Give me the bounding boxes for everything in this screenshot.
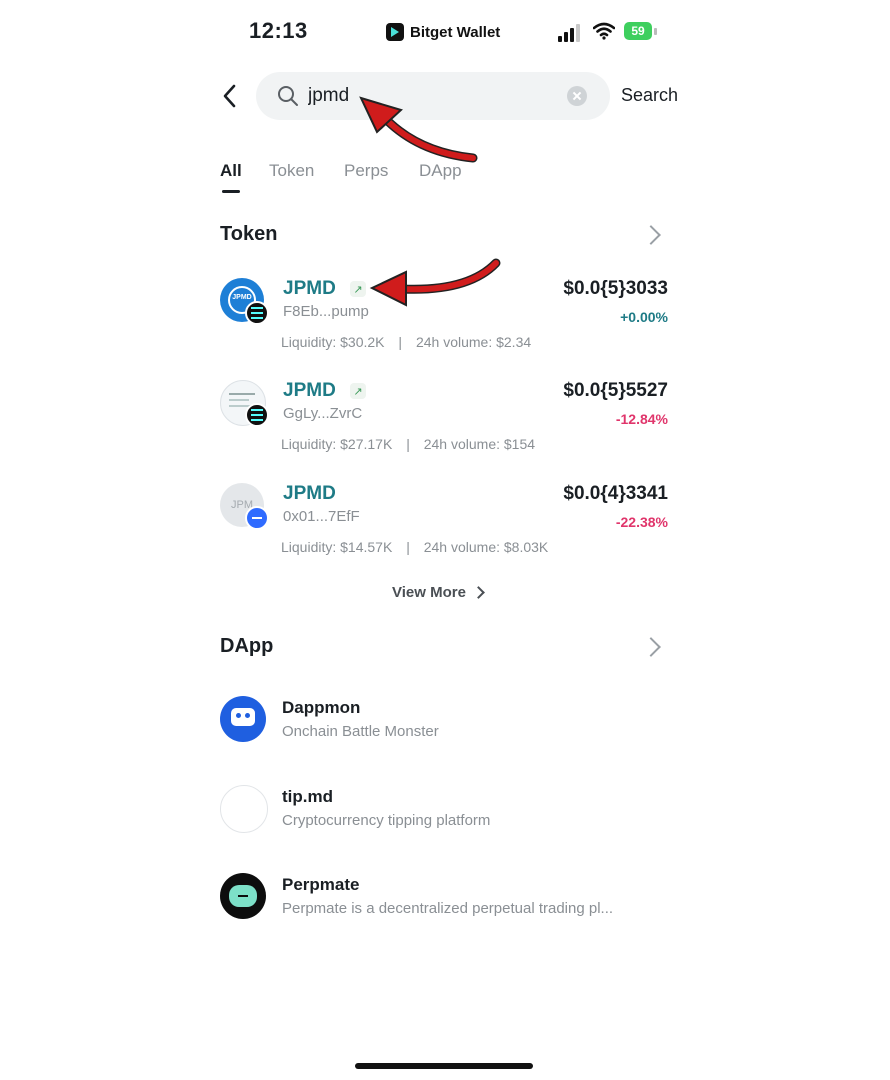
dapp-name: Perpmate [282,875,360,894]
tab-all[interactable]: All [220,161,242,181]
dapp-name: Dappmon [282,698,361,717]
tab-token[interactable]: Token [269,161,314,181]
token-section-chevron-icon[interactable] [641,225,661,245]
token-address: GgLy...ZvrC [283,405,363,422]
view-more-button[interactable]: View More [392,584,485,601]
token-row-3[interactable]: JPM JPMD 0x01...7EfF Liquidity: $14.57K … [220,483,670,559]
verified-link-icon: ↗ [350,281,366,297]
tipmd-icon [220,785,268,833]
view-more-label: View More [392,584,466,601]
clear-search-icon[interactable] [567,86,587,106]
token-meta: Liquidity: $14.57K | 24h volume: $8.03K [281,539,549,555]
token-name: JPMD [283,483,336,504]
token-name: JPMD [283,380,336,401]
token-row-2[interactable]: JPMD ↗ GgLy...ZvrC Liquidity: $27.17K | … [220,380,670,456]
search-button[interactable]: Search [621,85,678,106]
battery-level: 59 [624,22,652,40]
token-volume: 24h volume: $2.34 [415,334,532,350]
tab-dapp[interactable]: DApp [419,161,462,181]
solana-chain-icon [245,403,269,427]
wifi-icon [593,22,615,40]
tab-perps[interactable]: Perps [344,161,388,181]
token-icon-label: JPMD [232,294,252,301]
app-name: Bitget Wallet [410,23,501,41]
dapp-section-chevron-icon[interactable] [641,637,661,657]
token-price: $0.0{5}3033 [563,278,668,299]
token-meta: Liquidity: $27.17K | 24h volume: $154 [281,436,536,452]
token-volume: 24h volume: $154 [423,436,536,452]
dapp-section-title: DApp [220,635,274,657]
dapp-description: Cryptocurrency tipping platform [282,812,491,829]
active-tab-indicator [222,190,240,193]
dapp-description: Perpmate is a decentralized perpetual tr… [282,900,614,917]
cellular-signal-icon [558,24,580,42]
token-liquidity: Liquidity: $14.57K [281,539,393,555]
token-liquidity: Liquidity: $27.17K [281,436,393,452]
dapp-description: Onchain Battle Monster [282,723,439,740]
token-change: +0.00% [620,309,668,325]
token-change: -12.84% [615,411,668,427]
dapp-row-dappmon[interactable]: Dappmon Onchain Battle Monster [220,696,670,746]
token-price: $0.0{4}3341 [563,483,668,504]
verified-link-icon: ↗ [350,383,366,399]
perpmate-icon [220,873,266,919]
dappmon-monster-icon [220,696,266,742]
chevron-right-icon [472,586,485,599]
dapp-row-perpmate[interactable]: Perpmate Perpmate is a decentralized per… [220,873,670,923]
back-arrow-icon[interactable] [220,82,240,110]
home-indicator[interactable] [355,1063,533,1069]
token-section-title: Token [220,223,278,245]
token-row-1[interactable]: JPMD JPMD ↗ F8Eb...pump Liquidity: $30.2… [220,278,670,354]
token-volume: 24h volume: $8.03K [423,539,549,555]
app-brand: Bitget Wallet [386,20,500,44]
token-name: JPMD [283,278,336,299]
search-icon [278,86,298,106]
token-change: -22.38% [615,514,668,530]
solana-chain-icon [245,301,269,325]
token-address: F8Eb...pump [283,303,369,320]
dapp-name: tip.md [282,787,333,806]
battery-indicator: 59 [624,22,658,42]
battery-cap [654,28,657,35]
dapp-row-tipmd[interactable]: tip.md Cryptocurrency tipping platform [220,785,670,835]
bitget-logo-icon [386,23,404,41]
status-time: 12:13 [249,18,308,43]
token-price: $0.0{5}5527 [563,380,668,401]
token-meta: Liquidity: $30.2K | 24h volume: $2.34 [281,334,532,350]
token-liquidity: Liquidity: $30.2K [281,334,385,350]
token-address: 0x01...7EfF [283,508,360,525]
base-chain-icon [245,506,269,530]
search-input[interactable] [308,80,548,112]
